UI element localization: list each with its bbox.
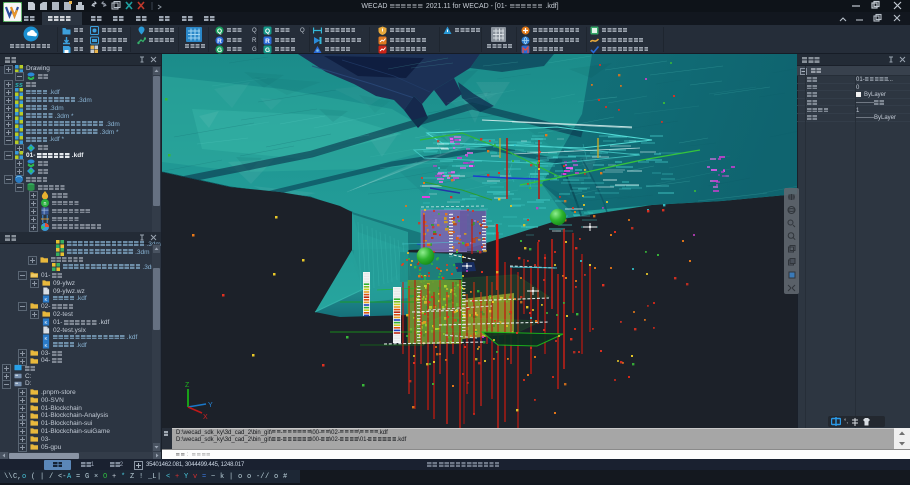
svg-text:K: K xyxy=(45,296,48,301)
svg-text:G: G xyxy=(217,47,222,54)
svg-text:K: K xyxy=(45,320,48,325)
svg-text:X: X xyxy=(203,414,208,421)
svg-text:R: R xyxy=(265,38,270,45)
svg-text:Z: Z xyxy=(185,382,190,389)
svg-text:Y: Y xyxy=(208,402,213,409)
svg-text:Q: Q xyxy=(217,28,222,35)
svg-text:R: R xyxy=(217,38,222,45)
svg-text:K: K xyxy=(45,335,48,340)
svg-text:G: G xyxy=(265,47,270,54)
svg-text:K: K xyxy=(45,343,48,348)
svg-text:Q: Q xyxy=(265,28,270,35)
